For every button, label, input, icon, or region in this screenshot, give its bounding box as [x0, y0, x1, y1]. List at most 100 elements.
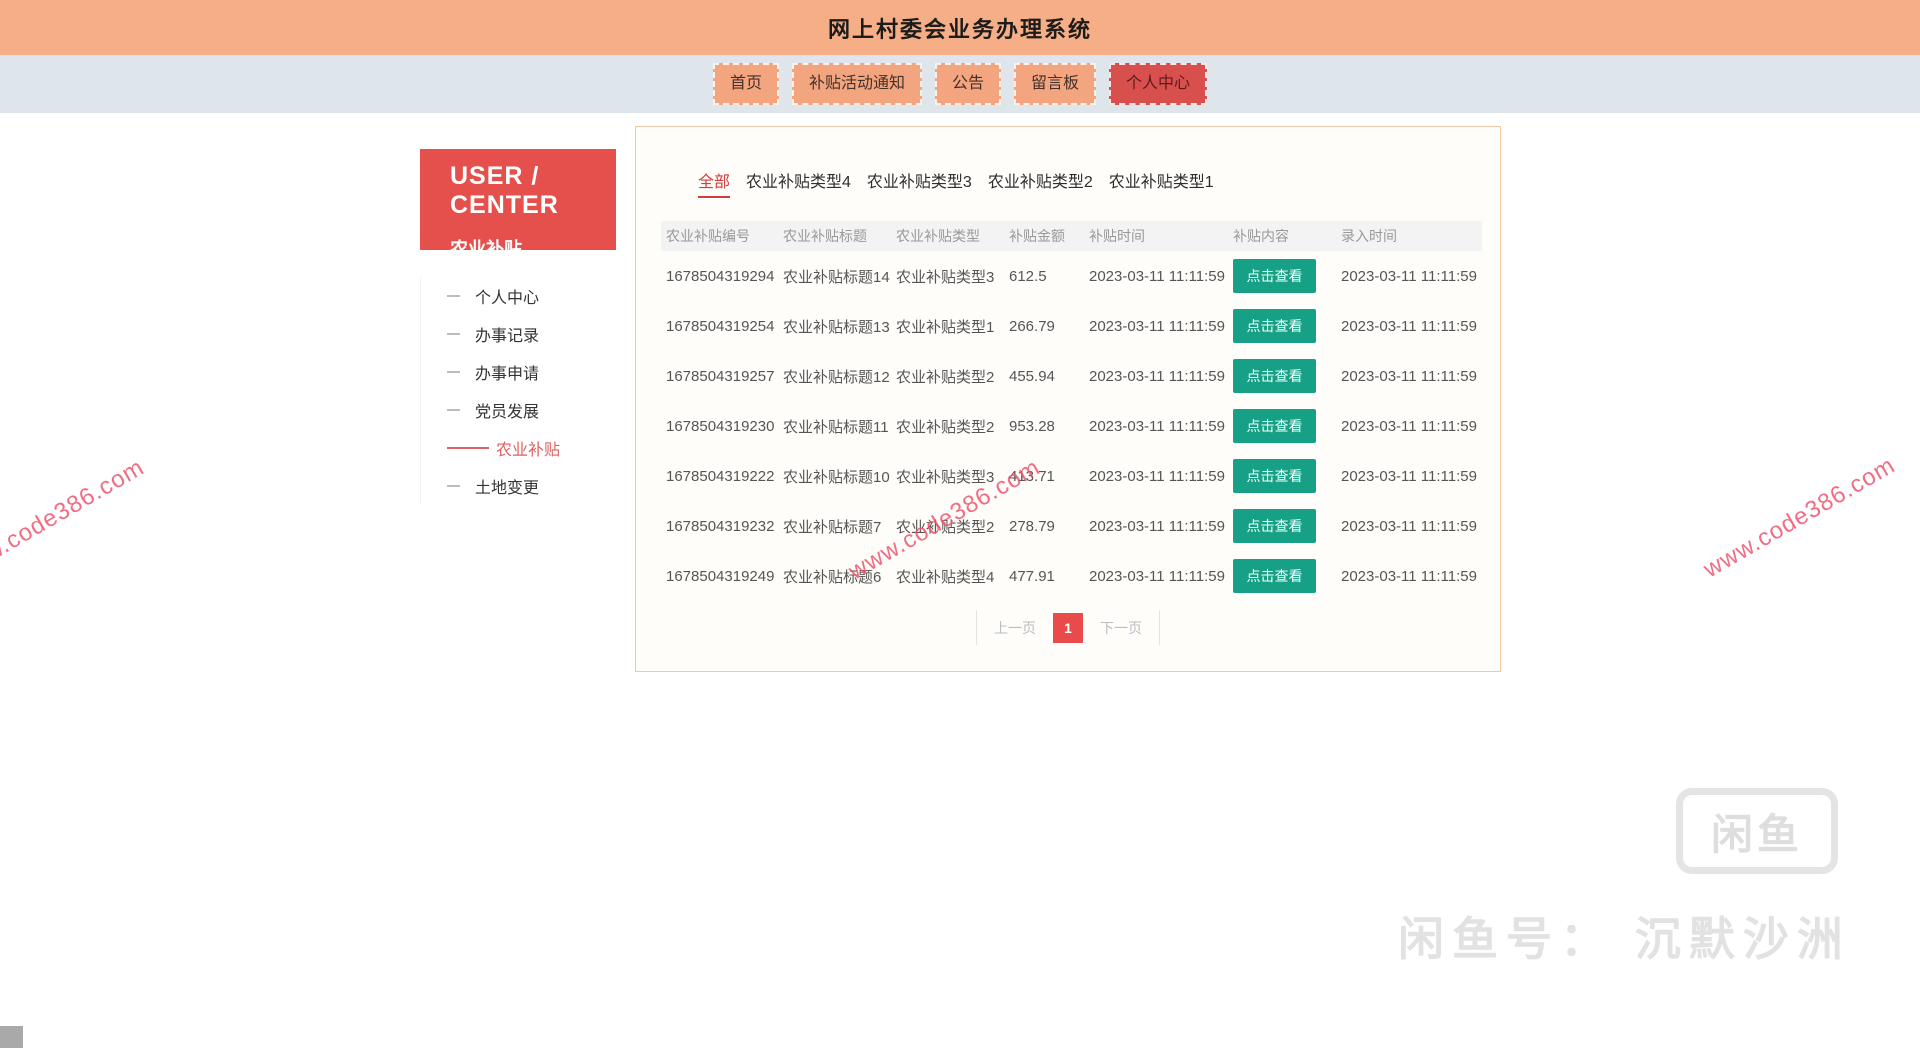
sidebar-item-personal-center[interactable]: 个人中心 [421, 277, 616, 315]
cell-entry-time: 2023-03-11 11:11:59 [1341, 468, 1482, 485]
sidebar-item-label: 土地变更 [475, 474, 539, 498]
view-button[interactable]: 点击查看 [1233, 359, 1316, 393]
cell-time: 2023-03-11 11:11:59 [1089, 518, 1233, 535]
xianyu-account-watermark: 闲鱼号： 沉默沙洲 [1398, 903, 1851, 969]
cell-amount: 455.94 [1009, 368, 1089, 385]
cell-type: 农业补贴类型2 [896, 416, 1009, 437]
sidebar-item-land-change[interactable]: 土地变更 [421, 467, 616, 505]
view-button[interactable]: 点击查看 [1233, 309, 1316, 343]
dash-icon [447, 485, 460, 487]
sidebar-title: USER / CENTER [450, 162, 606, 220]
filter-type-4[interactable]: 农业补贴类型4 [746, 168, 851, 198]
cell-time: 2023-03-11 11:11:59 [1089, 568, 1233, 585]
view-button[interactable]: 点击查看 [1233, 459, 1316, 493]
dash-icon [447, 333, 460, 335]
cell-entry-time: 2023-03-11 11:11:59 [1341, 418, 1482, 435]
cell-title: 农业补贴标题14 [783, 266, 896, 287]
sidebar-item-business-application[interactable]: 办事申请 [421, 353, 616, 391]
sidebar-menu: 个人中心 办事记录 办事申请 党员发展 农业补贴 土地变更 [420, 277, 616, 505]
cell-title: 农业补贴标题6 [783, 566, 896, 587]
corner-artifact [0, 1026, 23, 1048]
sidebar-item-party-member-development[interactable]: 党员发展 [421, 391, 616, 429]
nav-item-announcement[interactable]: 公告 [935, 63, 1001, 105]
subsidy-panel: 全部 农业补贴类型4 农业补贴类型3 农业补贴类型2 农业补贴类型1 农业补贴编… [635, 126, 1501, 672]
cell-time: 2023-03-11 11:11:59 [1089, 368, 1233, 385]
nav-item-personal-center[interactable]: 个人中心 [1109, 63, 1207, 105]
cell-title: 农业补贴标题10 [783, 466, 896, 487]
view-button[interactable]: 点击查看 [1233, 409, 1316, 443]
sidebar-item-label: 办事记录 [475, 322, 539, 346]
cell-type: 农业补贴类型4 [896, 566, 1009, 587]
cell-amount: 266.79 [1009, 318, 1089, 335]
cell-entry-time: 2023-03-11 11:11:59 [1341, 268, 1482, 285]
cell-entry-time: 2023-03-11 11:11:59 [1341, 318, 1482, 335]
app-header: 网上村委会业务办理系统 [0, 0, 1920, 55]
cell-type: 农业补贴类型1 [896, 316, 1009, 337]
xianyu-logo-watermark: 闲鱼 [1676, 788, 1838, 874]
table-row: 1678504319294 农业补贴标题14 农业补贴类型3 612.5 202… [661, 251, 1482, 301]
cell-type: 农业补贴类型2 [896, 516, 1009, 537]
sidebar-item-label: 党员发展 [475, 398, 539, 422]
table-row: 1678504319257 农业补贴标题12 农业补贴类型2 455.94 20… [661, 351, 1482, 401]
dash-icon [447, 295, 460, 297]
table-header-row: 农业补贴编号 农业补贴标题 农业补贴类型 补贴金额 补贴时间 补贴内容 录入时间 [661, 221, 1482, 251]
sidebar-header: USER / CENTER 农业补贴 [420, 149, 616, 250]
dash-icon [447, 409, 460, 411]
cell-time: 2023-03-11 11:11:59 [1089, 318, 1233, 335]
sidebar-item-business-records[interactable]: 办事记录 [421, 315, 616, 353]
cell-title: 农业补贴标题13 [783, 316, 896, 337]
cell-time: 2023-03-11 11:11:59 [1089, 468, 1233, 485]
cell-id: 1678504319222 [661, 468, 783, 485]
cell-amount: 413.71 [1009, 468, 1089, 485]
pagination: 上一页 1 下一页 [636, 610, 1500, 645]
col-header-content: 补贴内容 [1233, 226, 1341, 246]
app-title: 网上村委会业务办理系统 [828, 12, 1092, 44]
col-header-id: 农业补贴编号 [661, 226, 783, 246]
sidebar-item-agricultural-subsidy[interactable]: 农业补贴 [421, 429, 616, 467]
table-row: 1678504319254 农业补贴标题13 农业补贴类型1 266.79 20… [661, 301, 1482, 351]
cell-amount: 477.91 [1009, 568, 1089, 585]
view-button[interactable]: 点击查看 [1233, 509, 1316, 543]
cell-time: 2023-03-11 11:11:59 [1089, 418, 1233, 435]
filter-type-2[interactable]: 农业补贴类型2 [988, 168, 1093, 198]
nav-item-home[interactable]: 首页 [713, 63, 779, 105]
screen: 网上村委会业务办理系统 首页 补贴活动通知 公告 留言板 个人中心 USER /… [0, 0, 1920, 1048]
subsidy-table: 农业补贴编号 农业补贴标题 农业补贴类型 补贴金额 补贴时间 补贴内容 录入时间… [661, 221, 1482, 601]
sidebar: USER / CENTER 农业补贴 个人中心 办事记录 办事申请 党员发展 [420, 149, 616, 505]
cell-time: 2023-03-11 11:11:59 [1089, 268, 1233, 285]
cell-type: 农业补贴类型3 [896, 466, 1009, 487]
cell-id: 1678504319257 [661, 368, 783, 385]
table-row: 1678504319232 农业补贴标题7 农业补贴类型2 278.79 202… [661, 501, 1482, 551]
site-watermark: www.code386.com [1699, 452, 1900, 584]
sidebar-item-label: 办事申请 [475, 360, 539, 384]
filter-all[interactable]: 全部 [698, 168, 730, 198]
pagination-next[interactable]: 下一页 [1100, 618, 1142, 638]
filter-type-3[interactable]: 农业补贴类型3 [867, 168, 972, 198]
sidebar-subtitle: 农业补贴 [450, 235, 606, 261]
cell-type: 农业补贴类型3 [896, 266, 1009, 287]
site-watermark: www.code386.com [0, 454, 149, 586]
view-button[interactable]: 点击查看 [1233, 259, 1316, 293]
cell-title: 农业补贴标题7 [783, 516, 896, 537]
nav-item-message-board[interactable]: 留言板 [1014, 63, 1096, 105]
col-header-time: 补贴时间 [1089, 226, 1233, 246]
filter-type-1[interactable]: 农业补贴类型1 [1109, 168, 1214, 198]
pagination-divider [1159, 610, 1160, 645]
nav-item-subsidy-notice[interactable]: 补贴活动通知 [792, 63, 922, 105]
cell-entry-time: 2023-03-11 11:11:59 [1341, 568, 1482, 585]
cell-amount: 278.79 [1009, 518, 1089, 535]
pagination-page-1[interactable]: 1 [1053, 613, 1083, 643]
cell-id: 1678504319232 [661, 518, 783, 535]
pagination-prev[interactable]: 上一页 [994, 618, 1036, 638]
table-row: 1678504319222 农业补贴标题10 农业补贴类型3 413.71 20… [661, 451, 1482, 501]
sidebar-item-label: 农业补贴 [496, 436, 560, 460]
view-button[interactable]: 点击查看 [1233, 559, 1316, 593]
cell-type: 农业补贴类型2 [896, 366, 1009, 387]
col-header-type: 农业补贴类型 [896, 226, 1009, 246]
type-filter-tabs: 全部 农业补贴类型4 农业补贴类型3 农业补贴类型2 农业补贴类型1 [698, 168, 1500, 198]
dash-icon [447, 371, 460, 373]
dash-icon [447, 447, 489, 449]
pagination-divider [976, 610, 977, 645]
table-row: 1678504319230 农业补贴标题11 农业补贴类型2 953.28 20… [661, 401, 1482, 451]
cell-entry-time: 2023-03-11 11:11:59 [1341, 518, 1482, 535]
